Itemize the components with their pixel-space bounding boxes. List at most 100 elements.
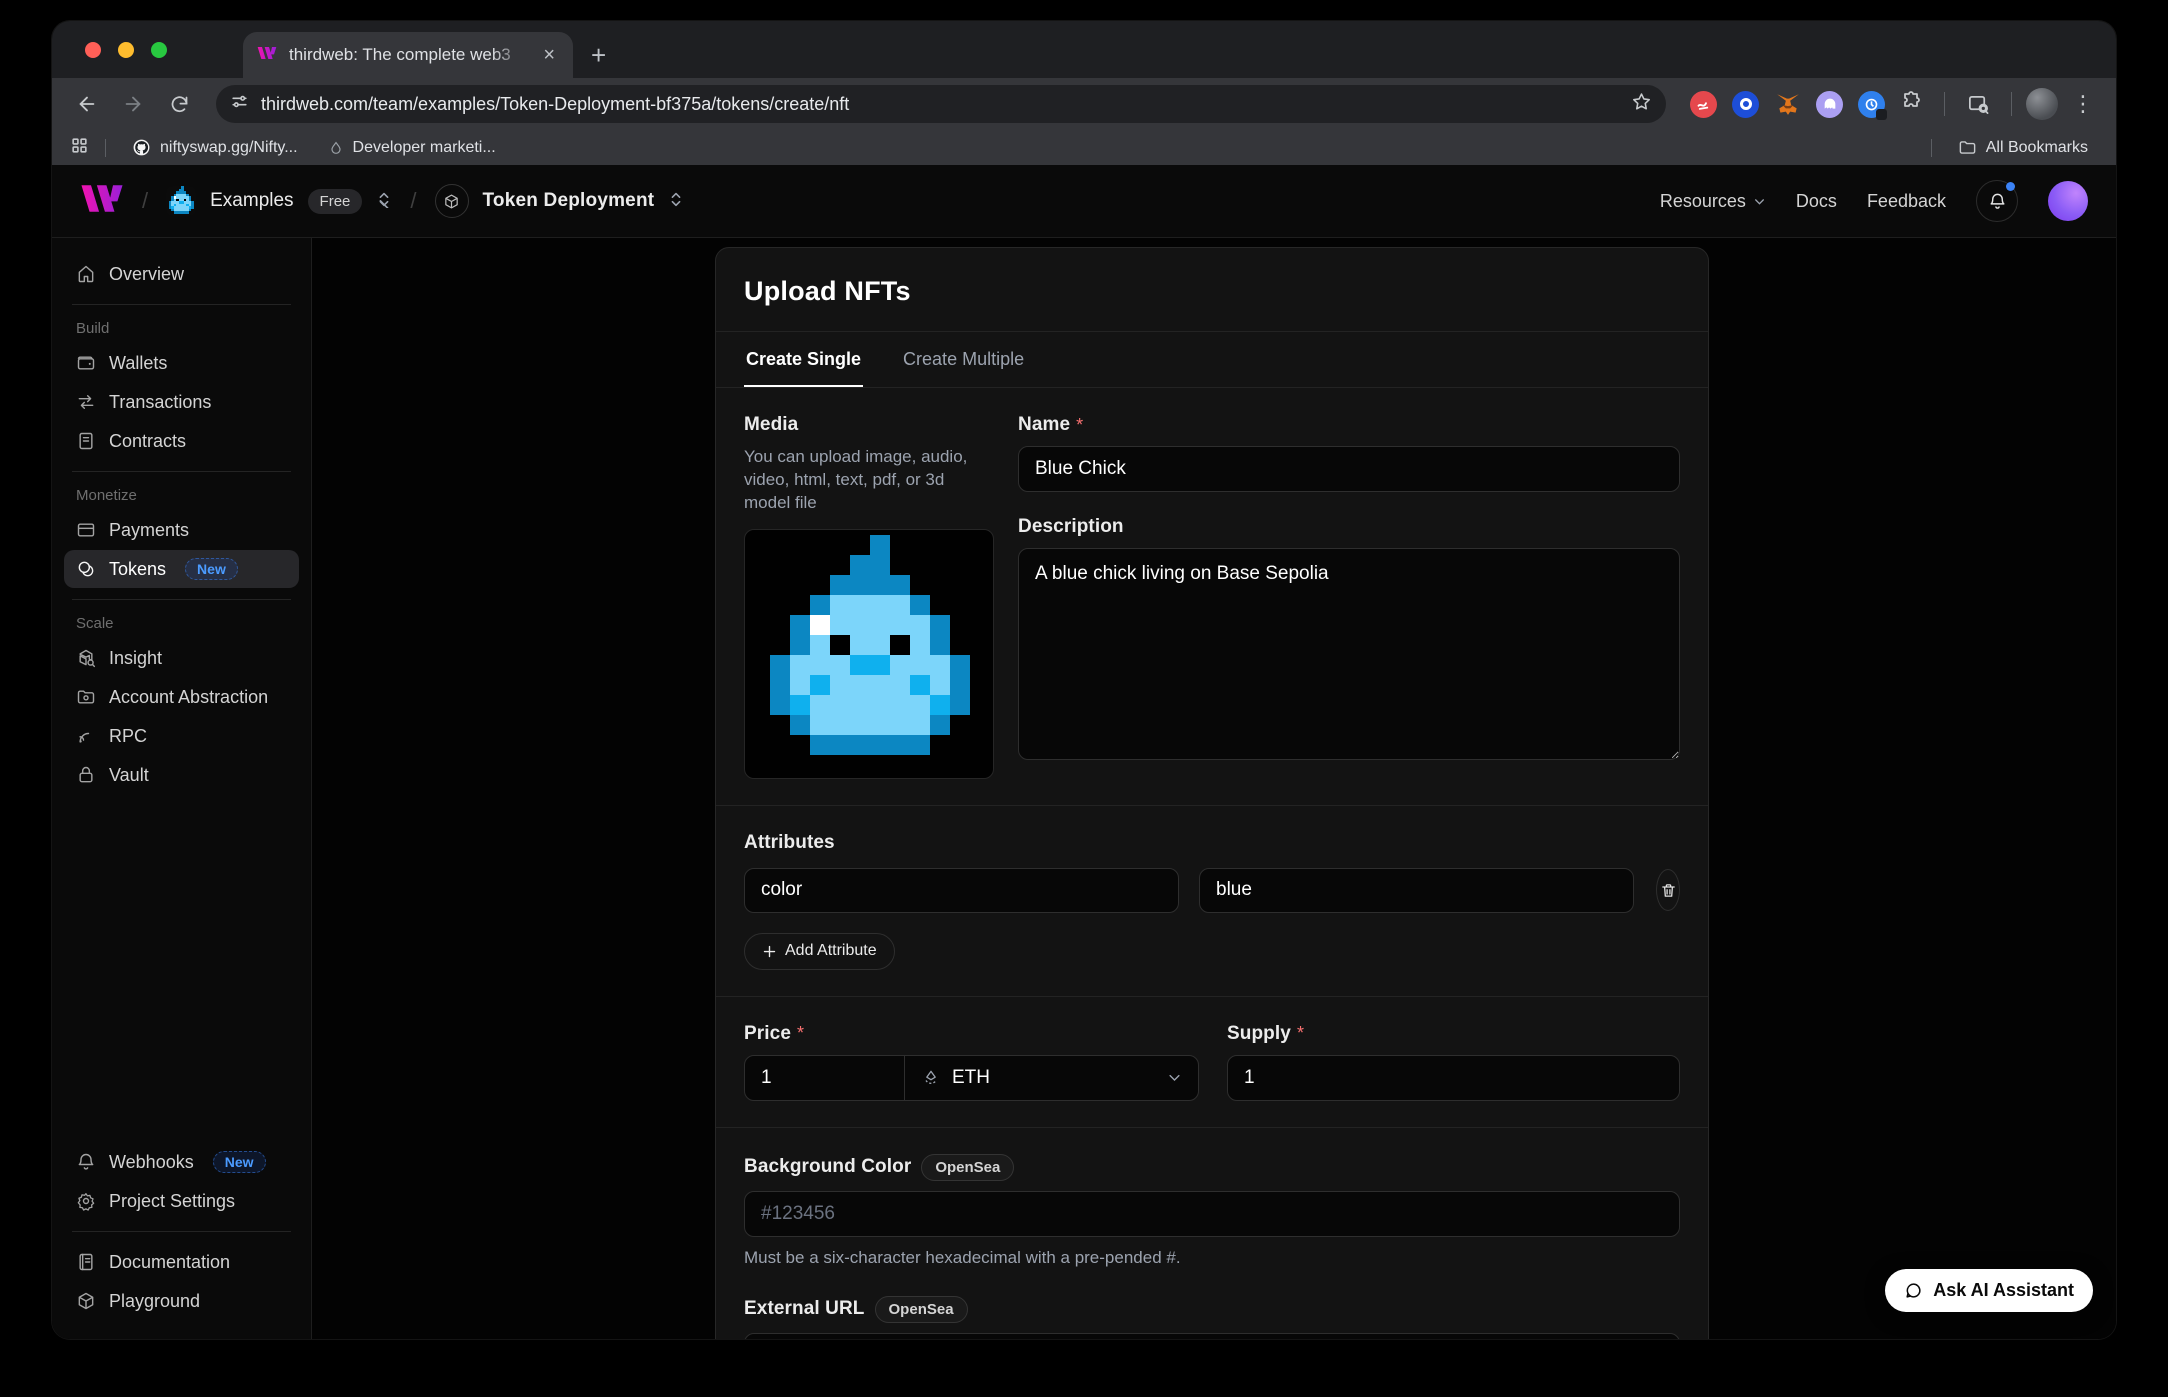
extension-icon-metamask[interactable] [1774, 91, 1801, 118]
extension-icon-blue-ring[interactable] [1732, 91, 1759, 118]
ask-ai-label: Ask AI Assistant [1933, 1280, 2074, 1301]
attribute-value-input[interactable] [1199, 868, 1634, 913]
extension-icon-phantom[interactable] [1816, 91, 1843, 118]
folder-icon [1958, 138, 1977, 157]
team-avatar [166, 186, 196, 216]
extensions-row [1684, 90, 1930, 119]
github-icon [132, 138, 151, 157]
toolbar-divider [2011, 92, 2012, 116]
sidebar-item-wallets[interactable]: Wallets [64, 344, 299, 382]
extensions-puzzle-icon[interactable] [1900, 90, 1924, 119]
insight-icon [76, 648, 96, 668]
extension-icon-clock[interactable] [1858, 91, 1885, 118]
sidebar-item-label: Account Abstraction [109, 687, 268, 708]
team-switcher-chevrons-icon[interactable] [376, 190, 392, 213]
url-bar[interactable]: thirdweb.com/team/examples/Token-Deploym… [216, 85, 1666, 123]
price-input[interactable] [745, 1056, 905, 1100]
sidebar-item-webhooks[interactable]: Webhooks New [64, 1143, 299, 1181]
media-section: Media You can upload image, audio, video… [716, 388, 1708, 805]
name-input[interactable] [1018, 446, 1680, 492]
sidebar-item-account-abstraction[interactable]: Account Abstraction [64, 678, 299, 716]
new-badge: New [185, 558, 238, 580]
sidebar-item-contracts[interactable]: Contracts [64, 422, 299, 460]
tab-search-icon[interactable] [1959, 85, 1997, 123]
traffic-light-maximize[interactable] [151, 42, 167, 58]
traffic-light-minimize[interactable] [118, 42, 134, 58]
tab-create-single[interactable]: Create Single [744, 332, 863, 387]
add-attribute-button[interactable]: Add Attribute [744, 933, 895, 970]
sidebar-item-vault[interactable]: Vault [64, 756, 299, 794]
sidebar-item-payments[interactable]: Payments [64, 511, 299, 549]
documentation-icon [76, 1252, 96, 1272]
window-controls [52, 21, 197, 78]
browser-reload-icon[interactable] [160, 85, 198, 123]
traffic-light-close[interactable] [85, 42, 101, 58]
sidebar-item-rpc[interactable]: RPC [64, 717, 299, 755]
pricing-section: Price * ETH [716, 996, 1708, 1127]
sidebar-section-build: Build [76, 320, 287, 337]
new-tab-button[interactable]: + [591, 42, 606, 68]
resources-menu[interactable]: Resources [1660, 191, 1766, 212]
thirdweb-app: / Examples Free / Token Deployment Resou… [52, 165, 2116, 1339]
browser-window: thirdweb: The complete web3 × + thirdweb… [52, 21, 2116, 1339]
url-text[interactable]: thirdweb.com/team/examples/Token-Deploym… [261, 94, 1619, 115]
browser-menu-icon[interactable]: ⋮ [2066, 91, 2100, 117]
description-textarea[interactable]: A blue chick living on Base Sepolia [1018, 548, 1680, 760]
site-info-icon[interactable] [230, 92, 249, 116]
delete-attribute-button[interactable] [1656, 869, 1680, 911]
background-color-label: Background Color [744, 1156, 911, 1178]
divider [72, 599, 291, 600]
sidebar-item-playground[interactable]: Playground [64, 1282, 299, 1320]
sidebar-item-tokens[interactable]: Tokens New [64, 550, 299, 588]
sidebar-item-label: Overview [109, 264, 184, 285]
sidebar-item-documentation[interactable]: Documentation [64, 1243, 299, 1281]
tab-create-multiple[interactable]: Create Multiple [901, 332, 1026, 387]
app-header: / Examples Free / Token Deployment Resou… [52, 165, 2116, 238]
sidebar-item-insight[interactable]: Insight [64, 639, 299, 677]
opensea-section: Background Color OpenSea Must be a six-c… [716, 1127, 1708, 1339]
notifications-button[interactable] [1976, 180, 2018, 222]
browser-tab[interactable]: thirdweb: The complete web3 × [243, 32, 573, 78]
supply-input[interactable] [1227, 1055, 1680, 1101]
external-url-input[interactable] [744, 1333, 1680, 1339]
thirdweb-logo[interactable] [80, 185, 124, 217]
trash-icon [1660, 882, 1677, 899]
user-avatar[interactable] [2048, 181, 2088, 221]
bookmark-item-developer[interactable]: Developer marketi... [318, 136, 506, 160]
project-name[interactable]: Token Deployment [483, 190, 655, 212]
sidebar-item-label: Transactions [109, 392, 211, 413]
bookmark-favicon [328, 140, 344, 156]
background-color-input[interactable] [744, 1191, 1680, 1237]
bookmark-item-niftyswap[interactable]: niftyswap.gg/Nifty... [122, 135, 308, 160]
browser-back-icon[interactable] [68, 85, 106, 123]
thirdweb-favicon [257, 46, 277, 65]
tab-close-icon[interactable]: × [539, 43, 559, 67]
notification-dot [2006, 182, 2015, 191]
sidebar-item-project-settings[interactable]: Project Settings [64, 1182, 299, 1220]
extension-icon-red[interactable] [1690, 91, 1717, 118]
sidebar-item-label: Vault [109, 765, 149, 786]
bookmark-label: Developer marketi... [353, 139, 496, 157]
currency-select[interactable]: ETH [905, 1056, 1198, 1100]
add-attribute-label: Add Attribute [785, 942, 877, 960]
project-switcher-chevrons-icon[interactable] [668, 190, 684, 213]
sidebar-item-overview[interactable]: Overview [64, 255, 299, 293]
nft-image-preview[interactable] [744, 529, 994, 779]
attributes-label: Attributes [744, 832, 1680, 854]
ask-ai-assistant-button[interactable]: Ask AI Assistant [1885, 1269, 2093, 1312]
sidebar-item-transactions[interactable]: Transactions [64, 383, 299, 421]
browser-forward-icon[interactable] [114, 85, 152, 123]
supply-label: Supply [1227, 1023, 1291, 1045]
all-bookmarks-button[interactable]: All Bookmarks [1948, 135, 2098, 160]
name-label: Name [1018, 414, 1070, 436]
chevron-down-icon [1167, 1070, 1182, 1085]
bookmark-star-icon[interactable] [1631, 91, 1652, 117]
team-name[interactable]: Examples [210, 190, 293, 212]
apps-grid-icon[interactable] [70, 136, 89, 160]
browser-profile-avatar[interactable] [2026, 88, 2058, 120]
feedback-link[interactable]: Feedback [1867, 191, 1946, 212]
media-label: Media [744, 414, 994, 436]
attribute-key-input[interactable] [744, 868, 1179, 913]
sidebar-item-label: Documentation [109, 1252, 230, 1273]
docs-link[interactable]: Docs [1796, 191, 1837, 212]
